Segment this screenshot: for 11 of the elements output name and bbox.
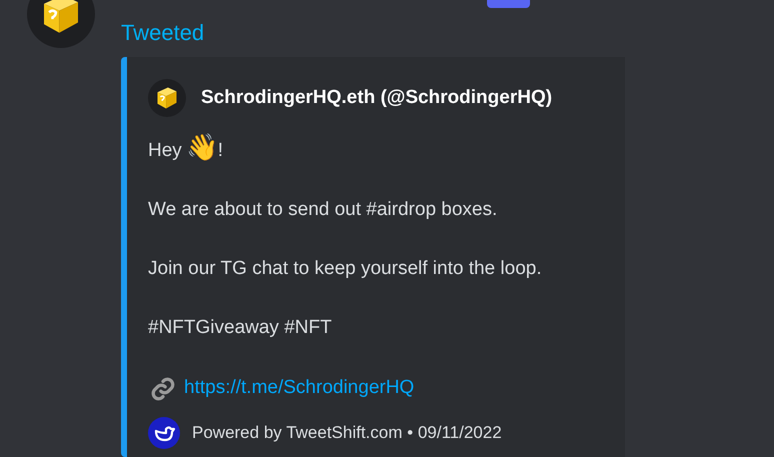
tweet-text: Hey👋!	[148, 134, 224, 164]
tweet-link[interactable]: https://t.me/SchrodingerHQ	[184, 374, 414, 403]
embed-author[interactable]: SchrodingerHQ.eth (@SchrodingerHQ)	[201, 84, 552, 113]
tweet-text: #NFTGiveaway #NFT	[148, 316, 333, 340]
action-text: Tweeted	[121, 19, 206, 48]
tweet-text: Join our TG chat to keep yourself into the loop.	[148, 257, 543, 282]
avatar-icon	[27, 0, 95, 48]
bird-icon	[148, 416, 180, 449]
tweet-text: We are about to send out #airdrop boxes.	[148, 198, 498, 222]
footer-text: Powered by TweetShift.com • 09/11/2022	[192, 422, 502, 444]
embed-avatar-icon	[148, 79, 186, 118]
